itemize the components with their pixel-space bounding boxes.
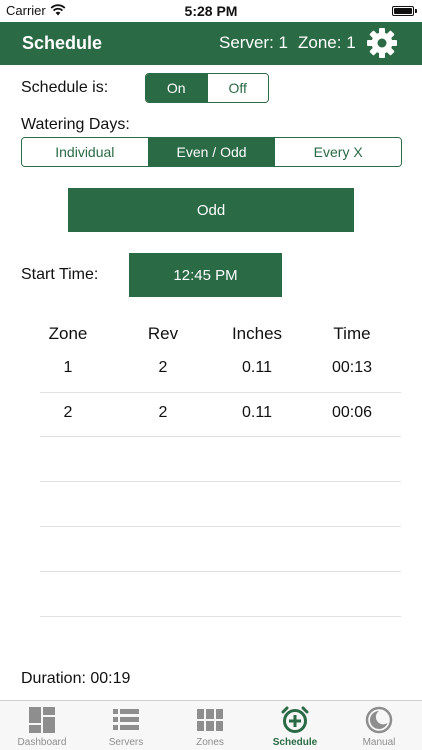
zones-icon <box>197 709 223 731</box>
schedule-on-segment[interactable]: On <box>146 74 207 102</box>
cell-rev: 2 <box>158 359 168 376</box>
start-time-button[interactable]: 12:45 PM <box>129 253 282 297</box>
watering-days-label: Watering Days: <box>21 116 130 133</box>
segment-individual[interactable]: Individual <box>22 138 148 166</box>
clock: 5:28 PM <box>184 3 238 19</box>
schedule-toggle: On Off <box>145 73 269 103</box>
duration-label: Duration: 00:19 <box>21 670 131 687</box>
segment-even-odd[interactable]: Even / Odd <box>147 138 275 166</box>
tab-label: Schedule <box>272 737 318 748</box>
start-time-label: Start Time: <box>21 266 99 283</box>
page-title: Schedule <box>22 33 103 53</box>
table-header: Zone Rev Inches Time <box>0 324 422 346</box>
watering-days-segmented: Individual Even / Odd Every X <box>21 137 402 167</box>
battery-icon <box>392 6 417 16</box>
cell-rev: 2 <box>158 404 168 421</box>
row-divider <box>40 392 401 393</box>
schedule-off-segment[interactable]: Off <box>206 74 268 102</box>
server-label: Server: 1 <box>219 33 288 52</box>
tab-label: Dashboard <box>17 737 67 748</box>
cell-inches: 0.11 <box>242 404 272 421</box>
manual-icon <box>365 706 393 734</box>
gear-icon[interactable] <box>366 27 398 59</box>
row-divider <box>40 526 401 527</box>
zone-label: Zone: 1 <box>298 33 356 52</box>
segment-every-x[interactable]: Every X <box>274 138 401 166</box>
tab-label: Manual <box>362 737 396 748</box>
tab-manual[interactable]: Manual <box>337 703 421 749</box>
cell-time: 00:13 <box>331 359 373 376</box>
row-divider <box>40 436 401 437</box>
table-row[interactable]: 2 2 0.11 00:06 <box>0 404 422 426</box>
tab-schedule[interactable]: Schedule <box>253 703 337 749</box>
cell-zone: 2 <box>63 404 73 421</box>
header-time: Time <box>333 324 371 343</box>
header-rev: Rev <box>147 324 179 343</box>
cell-zone: 1 <box>63 359 73 376</box>
header-zone: Zone <box>48 324 88 343</box>
odd-even-button[interactable]: Odd <box>68 188 354 232</box>
row-divider <box>40 571 401 572</box>
schedule-label: Schedule is: <box>21 79 109 96</box>
cell-inches: 0.11 <box>242 359 272 376</box>
table-row[interactable]: 1 2 0.11 00:13 <box>0 359 422 381</box>
row-divider <box>40 481 401 482</box>
tab-dashboard[interactable]: Dashboard <box>0 703 84 749</box>
tab-zones[interactable]: Zones <box>168 703 252 749</box>
row-divider <box>40 616 401 617</box>
status-bar: Carrier 5:28 PM <box>0 0 422 22</box>
tab-servers[interactable]: Servers <box>84 703 168 749</box>
servers-icon <box>113 709 139 730</box>
dashboard-icon <box>29 707 55 733</box>
tab-label: Servers <box>108 737 144 748</box>
tab-bar: Dashboard Servers Zones Schedule Manual <box>0 700 422 750</box>
nav-bar: Schedule Server: 1 Zone: 1 <box>0 22 422 65</box>
tab-label: Zones <box>196 737 224 748</box>
cell-time: 00:06 <box>331 404 373 421</box>
schedule-alarm-icon <box>281 706 309 733</box>
header-inches: Inches <box>231 324 283 343</box>
